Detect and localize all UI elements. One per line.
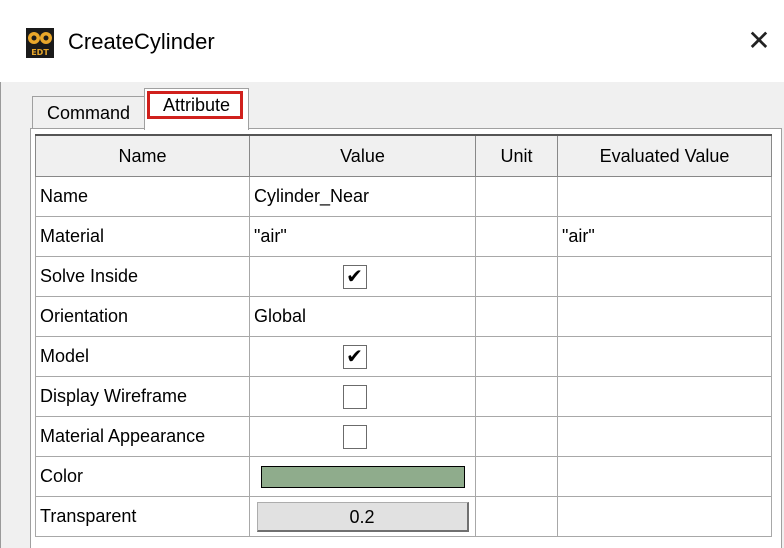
table-row: Model ✔: [35, 336, 772, 377]
column-header-unit[interactable]: Unit: [475, 134, 558, 177]
property-name: Transparent: [35, 496, 250, 537]
attribute-pane: Name Value Unit Evaluated Value Name Cyl…: [30, 128, 782, 548]
dialog-body: Command Attribute Name Value Unit Evalua…: [0, 82, 784, 548]
property-value-cell: [249, 376, 476, 417]
property-grid: Name Value Unit Evaluated Value Name Cyl…: [35, 134, 772, 537]
column-header-evaluated-value[interactable]: Evaluated Value: [557, 134, 772, 177]
property-unit: [475, 336, 558, 377]
table-row: Transparent 0.2: [35, 496, 772, 537]
create-cylinder-dialog: EDT CreateCylinder ✕ Command Attribute N…: [0, 0, 784, 548]
property-evaluated: [557, 296, 772, 337]
property-value-field[interactable]: Global: [249, 296, 476, 337]
transparent-value-button[interactable]: 0.2: [256, 501, 469, 532]
display-wireframe-checkbox[interactable]: [342, 384, 367, 409]
property-unit: [475, 296, 558, 337]
table-row: Orientation Global: [35, 296, 772, 337]
table-row: Material Appearance: [35, 416, 772, 457]
tab-attribute[interactable]: Attribute: [144, 88, 249, 130]
property-value-cell: 0.2: [249, 496, 476, 537]
property-evaluated: [557, 456, 772, 497]
property-value-field[interactable]: "air": [249, 216, 476, 257]
property-evaluated: [557, 376, 772, 417]
property-value-cell: [249, 416, 476, 457]
property-value-cell: ✔: [249, 256, 476, 297]
property-unit: [475, 456, 558, 497]
table-row: Color: [35, 456, 772, 497]
property-value-cell: ✔: [249, 336, 476, 377]
property-unit: [475, 216, 558, 257]
property-evaluated: [557, 256, 772, 297]
color-swatch-button[interactable]: [260, 465, 465, 488]
property-unit: [475, 256, 558, 297]
model-checkbox[interactable]: ✔: [342, 344, 367, 369]
material-appearance-checkbox[interactable]: [342, 424, 367, 449]
property-name: Orientation: [35, 296, 250, 337]
table-row: Material "air" "air": [35, 216, 772, 257]
table-row: Solve Inside ✔: [35, 256, 772, 297]
tab-command[interactable]: Command: [32, 96, 145, 128]
property-evaluated: [557, 336, 772, 377]
property-name: Model: [35, 336, 250, 377]
window-title: CreateCylinder: [68, 29, 215, 54]
property-name: Display Wireframe: [35, 376, 250, 417]
property-name: Material Appearance: [35, 416, 250, 457]
property-evaluated: [557, 496, 772, 537]
property-name: Solve Inside: [35, 256, 250, 297]
property-value-cell: [249, 456, 476, 497]
property-evaluated: [557, 176, 772, 217]
grid-header-row: Name Value Unit Evaluated Value: [35, 134, 772, 177]
property-name: Name: [35, 176, 250, 217]
property-evaluated: [557, 416, 772, 457]
column-header-value[interactable]: Value: [249, 134, 476, 177]
left-border: [0, 82, 1, 548]
property-name: Color: [35, 456, 250, 497]
property-unit: [475, 496, 558, 537]
column-header-name[interactable]: Name: [35, 134, 250, 177]
close-icon[interactable]: ✕: [742, 24, 776, 58]
aedt-app-icon: EDT: [26, 28, 54, 58]
solve-inside-checkbox[interactable]: ✔: [342, 264, 367, 289]
svg-text:EDT: EDT: [31, 48, 49, 57]
table-row: Display Wireframe: [35, 376, 772, 417]
property-name: Material: [35, 216, 250, 257]
property-unit: [475, 416, 558, 457]
property-value-field[interactable]: Cylinder_Near: [249, 176, 476, 217]
property-evaluated: "air": [557, 216, 772, 257]
table-row: Name Cylinder_Near: [35, 176, 772, 217]
property-unit: [475, 176, 558, 217]
property-unit: [475, 376, 558, 417]
tab-command-label: Command: [46, 103, 131, 123]
title-bar: EDT CreateCylinder ✕: [0, 0, 784, 82]
tab-attribute-label: Attribute: [162, 95, 231, 115]
